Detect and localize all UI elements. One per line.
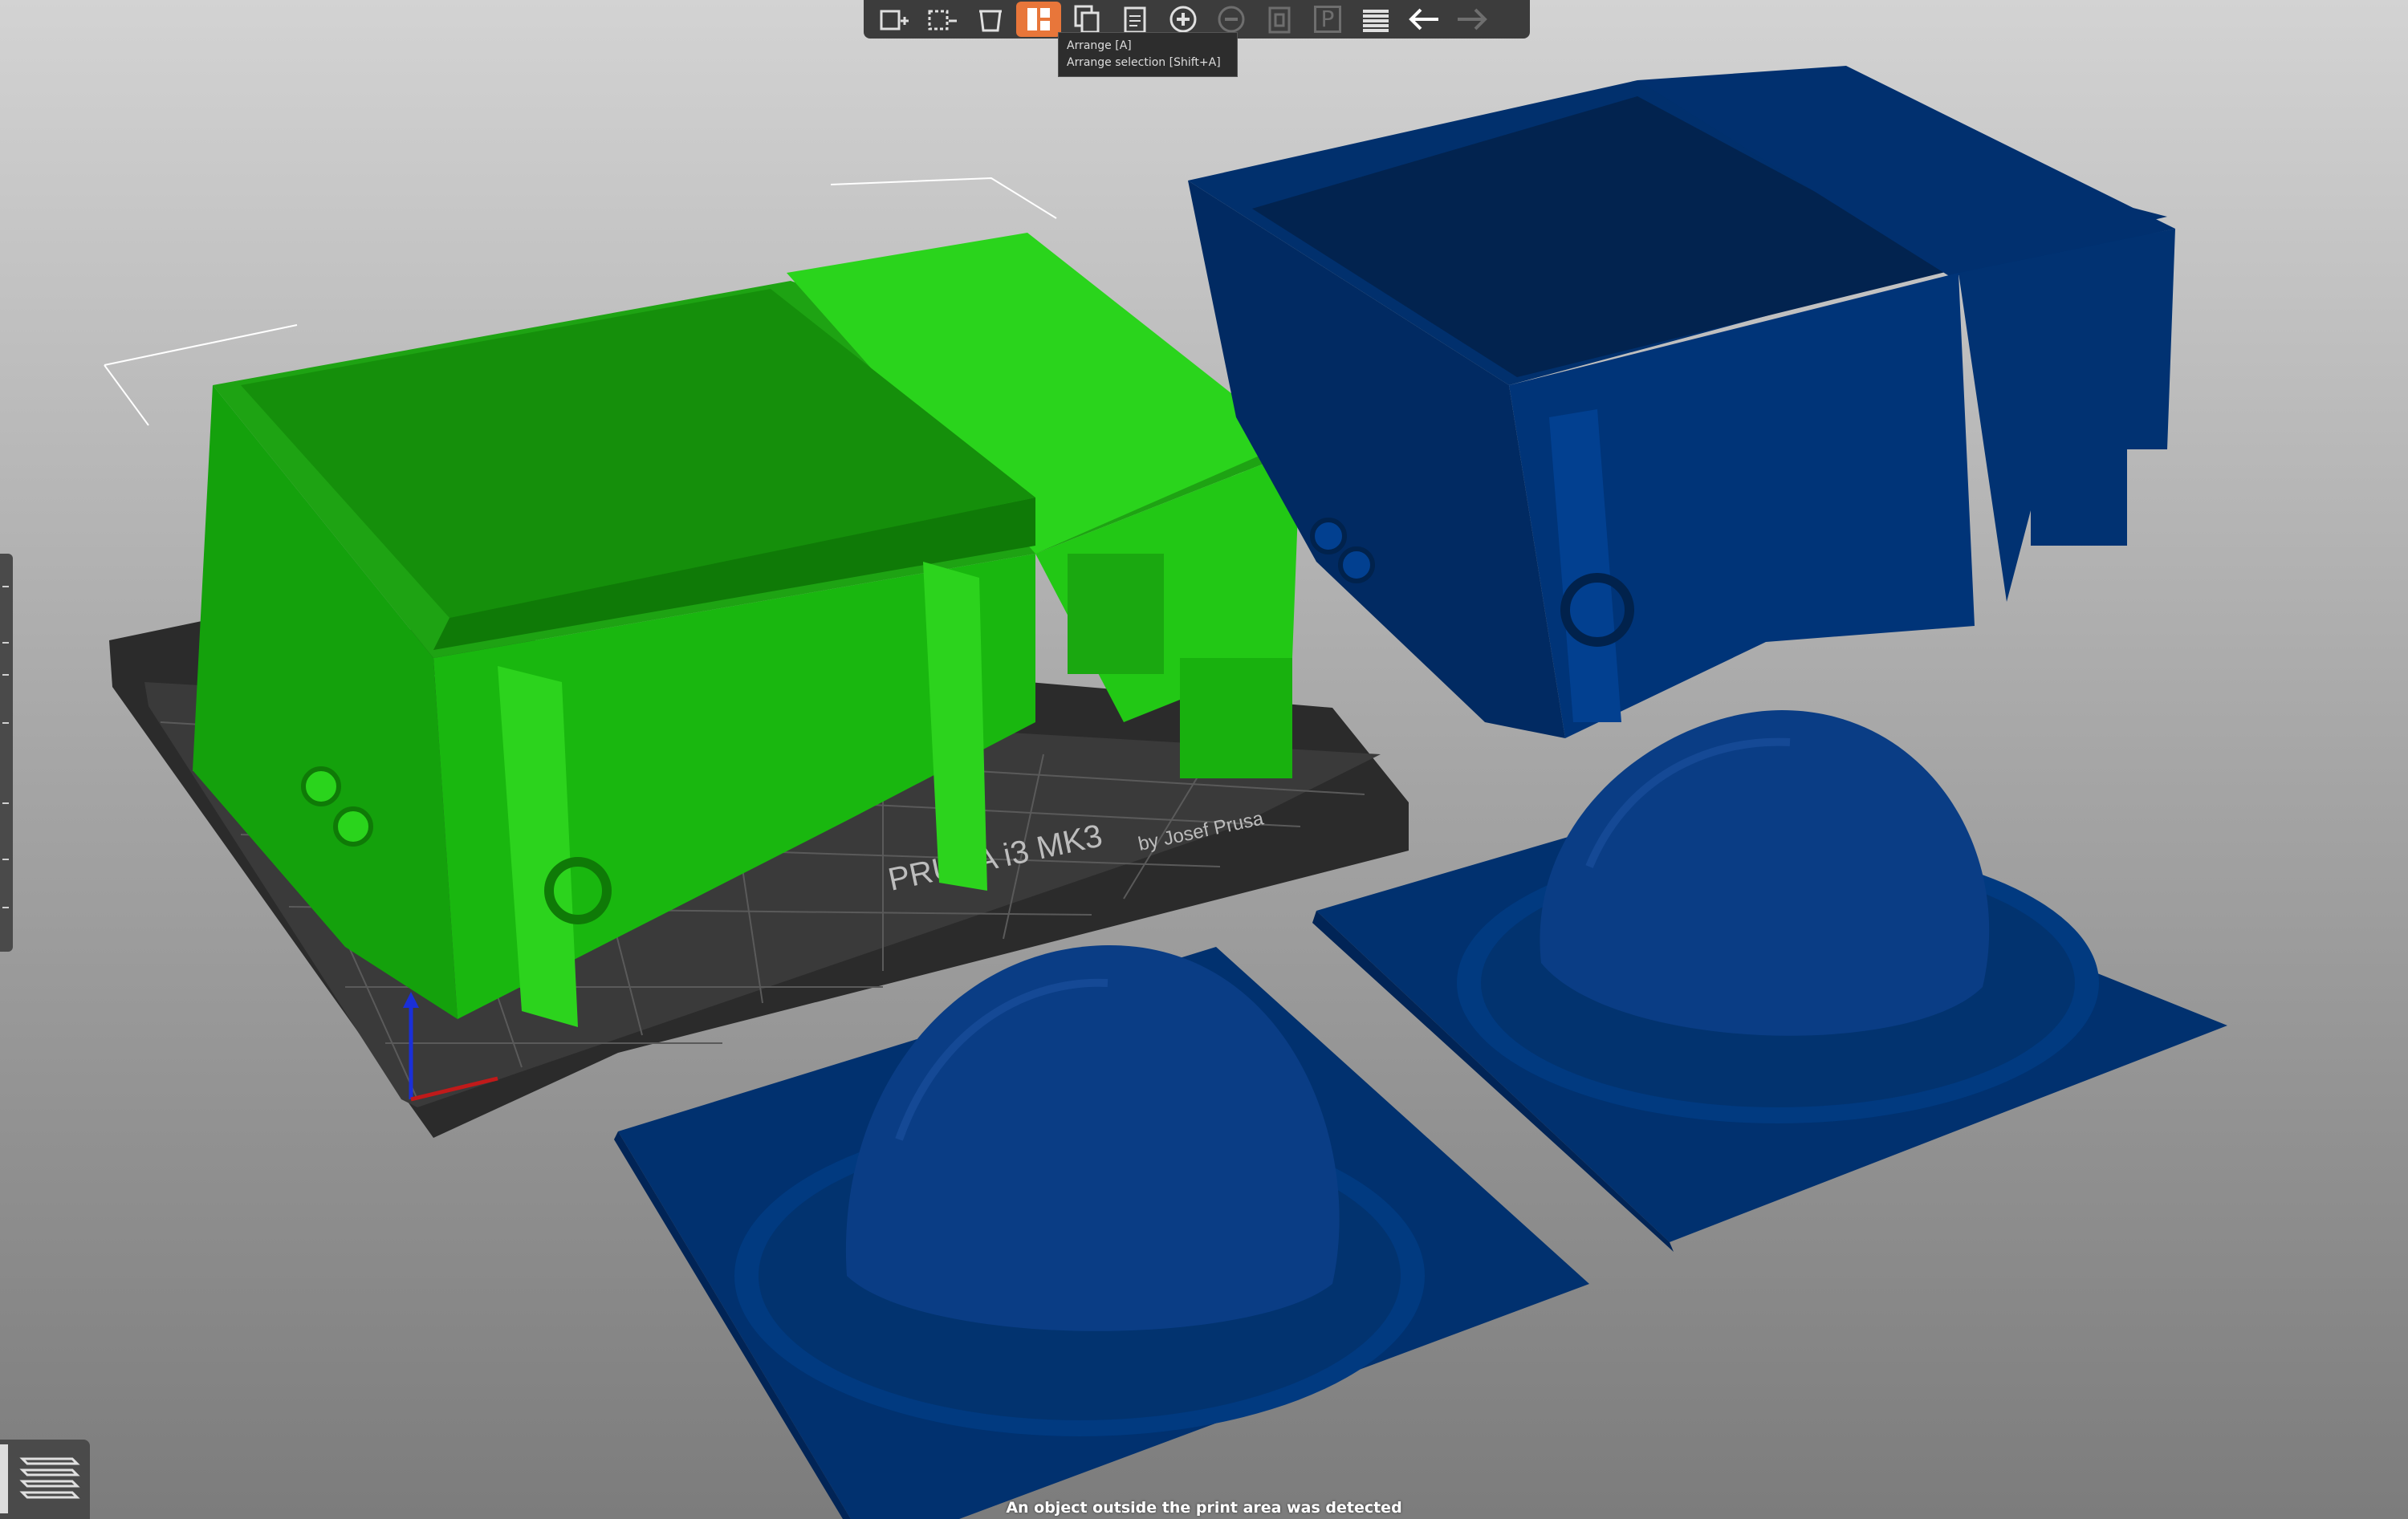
add-button[interactable] bbox=[872, 2, 917, 37]
layers-editing-icon bbox=[1363, 10, 1389, 32]
split-objects-icon bbox=[1268, 6, 1291, 34]
print-area-warning: An object outside the print area was det… bbox=[1006, 1499, 1402, 1517]
remove-instance-icon bbox=[1218, 6, 1245, 33]
delete-all-icon bbox=[979, 10, 1002, 32]
split-objects-button[interactable] bbox=[1257, 2, 1302, 37]
arrange-tooltip: Arrange [A] Arrange selection [Shift+A] bbox=[1058, 32, 1238, 77]
split-parts-button[interactable]: P bbox=[1305, 2, 1350, 37]
arrange-button[interactable] bbox=[1016, 2, 1061, 37]
tooltip-line-2: Arrange selection [Shift+A] bbox=[1067, 56, 1221, 69]
gizmo-sidebar[interactable] bbox=[0, 554, 13, 952]
object-house-2[interactable] bbox=[1188, 66, 2175, 738]
paste-icon bbox=[1124, 6, 1146, 34]
redo-button[interactable] bbox=[1450, 2, 1495, 37]
layer-view-button[interactable] bbox=[0, 1440, 90, 1519]
undo-icon bbox=[1409, 8, 1438, 30]
undo-button[interactable] bbox=[1401, 2, 1446, 37]
delete-icon bbox=[928, 10, 957, 30]
add-icon bbox=[880, 10, 909, 30]
delete-button[interactable] bbox=[920, 2, 965, 37]
3d-viewport[interactable]: PRUSA i3 MK3 by Josef Prusa bbox=[0, 0, 2408, 1519]
place-on-face-icon[interactable] bbox=[2, 722, 9, 724]
split-parts-icon: P bbox=[1313, 6, 1342, 33]
seam-paint-icon[interactable] bbox=[2, 907, 9, 908]
layers-editing-button[interactable] bbox=[1353, 2, 1398, 37]
support-paint-icon[interactable] bbox=[2, 859, 9, 860]
layers-icon bbox=[19, 1457, 80, 1499]
redo-icon bbox=[1458, 8, 1487, 30]
delete-all-button[interactable] bbox=[968, 2, 1013, 37]
move-gizmo-icon[interactable] bbox=[2, 586, 9, 587]
arrange-icon bbox=[1027, 8, 1050, 30]
copy-icon bbox=[1074, 5, 1100, 34]
cut-gizmo-icon[interactable] bbox=[2, 802, 9, 804]
scale-gizmo-icon[interactable] bbox=[2, 642, 9, 644]
add-instance-icon bbox=[1169, 6, 1197, 33]
tooltip-line-1: Arrange [A] bbox=[1067, 39, 1132, 52]
rotate-gizmo-icon[interactable] bbox=[2, 674, 9, 676]
